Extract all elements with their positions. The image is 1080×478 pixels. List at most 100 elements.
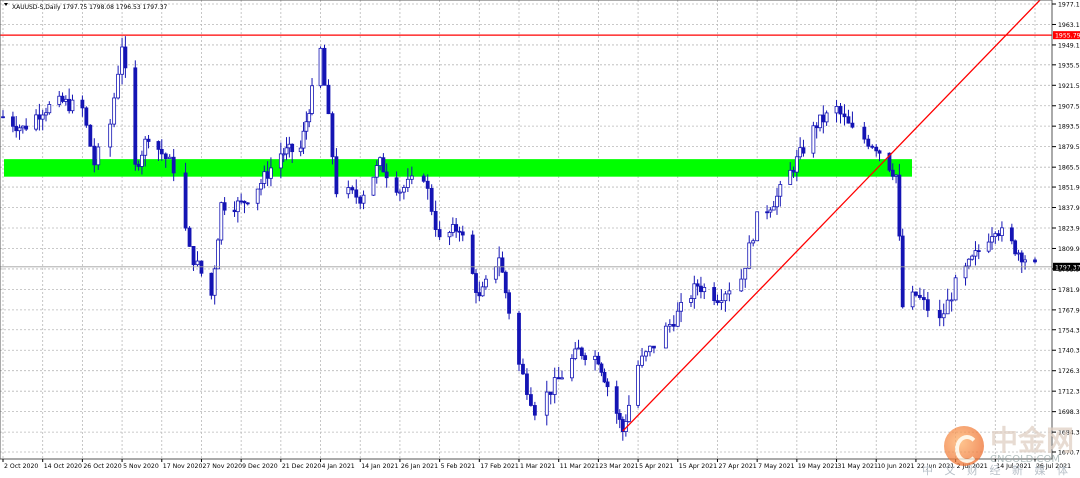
- candle-down: [11, 116, 15, 127]
- candle-down: [421, 175, 426, 182]
- candle-down: [870, 145, 875, 148]
- candle-up: [371, 176, 376, 196]
- y-tick-label: 1977.10: [1058, 2, 1080, 9]
- candle-up: [301, 130, 306, 149]
- candle-down: [245, 202, 250, 205]
- candle-down: [171, 156, 176, 174]
- x-tick-label: 23 Mar 2021: [599, 463, 638, 470]
- candle-up: [96, 146, 101, 166]
- candle-down: [457, 230, 462, 233]
- candle-up: [570, 358, 574, 379]
- candle-down: [123, 46, 128, 69]
- x-tick-label: 19 May 2021: [798, 463, 838, 470]
- candle-up: [47, 104, 52, 114]
- candle-up: [953, 277, 958, 301]
- candle-up: [648, 345, 652, 353]
- candle-up: [40, 114, 45, 120]
- candle-down: [500, 257, 505, 273]
- candle-down: [146, 138, 151, 142]
- candle-up: [212, 268, 217, 296]
- candle-up: [405, 178, 410, 188]
- candle-down: [222, 202, 227, 211]
- candle-up: [679, 302, 683, 312]
- candle-down: [517, 312, 521, 365]
- candle-up: [818, 114, 822, 129]
- candle-down: [163, 153, 168, 160]
- candle-down: [60, 95, 65, 102]
- chart-window: 1955.791797.37 1977.101963.101949.101935…: [0, 0, 1080, 477]
- candle-down: [596, 355, 601, 365]
- candle-up: [70, 99, 75, 112]
- candle-down: [429, 187, 434, 212]
- candle-up: [1016, 252, 1021, 255]
- candle-up: [788, 169, 793, 185]
- candle-up: [310, 85, 314, 114]
- candle-up: [941, 313, 946, 319]
- candle-up: [794, 156, 799, 173]
- candle-up: [644, 351, 648, 357]
- candle-down: [474, 273, 478, 293]
- candle-down: [579, 347, 584, 357]
- candle-down: [605, 381, 610, 388]
- candle-down: [671, 323, 676, 327]
- candle-down: [821, 114, 826, 123]
- candle-down: [996, 233, 1001, 237]
- y-tick-label: 1698.30: [1058, 409, 1080, 416]
- candle-up: [216, 239, 220, 270]
- candle-up: [811, 125, 816, 154]
- candle-up: [219, 202, 224, 241]
- candle-up: [573, 348, 578, 359]
- candle-down: [133, 67, 138, 165]
- candle-down: [712, 287, 717, 301]
- x-tick-label: 5 Apr 2021: [639, 463, 673, 470]
- y-tick-label: 1712.30: [1058, 389, 1080, 396]
- candle-down: [521, 363, 525, 375]
- candle-down: [602, 371, 607, 383]
- candle-up: [910, 291, 915, 308]
- candle-down: [914, 291, 918, 296]
- x-tick-label: 11 Mar 2021: [560, 463, 599, 470]
- y-tick-label: 1851.90: [1058, 185, 1080, 192]
- y-tick-label: 1879.55: [1058, 144, 1080, 151]
- price-chart[interactable]: 1955.791797.37 1977.101963.101949.101935…: [0, 0, 1080, 474]
- candle-up: [778, 184, 783, 197]
- candle-down: [454, 224, 459, 232]
- candle-up: [727, 290, 732, 295]
- candle-up: [667, 323, 672, 327]
- candle-down: [850, 122, 855, 128]
- candle-down: [862, 126, 867, 140]
- candle-up: [112, 97, 117, 125]
- x-tick-label: 15 Apr 2021: [679, 463, 717, 470]
- candle-down: [525, 373, 529, 395]
- candle-up: [751, 240, 756, 244]
- x-tick-label: 14 Oct 2020: [44, 463, 82, 470]
- candle-down: [838, 106, 843, 115]
- x-tick-label: 26 Oct 2020: [83, 463, 121, 470]
- y-tick-label: 1837.90: [1058, 205, 1080, 212]
- candle-up: [307, 113, 312, 123]
- watermark: 中金网 CNGOLD.COM: [943, 426, 1074, 466]
- candle-up: [798, 147, 803, 158]
- candle-up: [195, 260, 200, 266]
- y-tick-label: 1754.30: [1058, 327, 1080, 334]
- x-tick-label: 7 May 2021: [758, 463, 794, 470]
- candle-down: [159, 148, 164, 155]
- candle-up: [63, 98, 68, 102]
- candle-up: [34, 114, 38, 130]
- candle-down: [614, 386, 619, 414]
- collapse-icon[interactable]: [4, 3, 8, 6]
- candle-down: [695, 283, 700, 287]
- candle-down: [326, 84, 331, 115]
- watermark-slogan: 中 文 财 经 新 媒 体: [922, 464, 1072, 477]
- candle-down: [617, 412, 622, 420]
- x-tick-label: 27 Nov 2020: [202, 463, 242, 470]
- x-tick-label: 5 Feb 2021: [441, 463, 476, 470]
- candle-up: [480, 286, 485, 297]
- x-tick-label: 26 Jan 2021: [401, 463, 438, 470]
- resistance-price-label: 1955.79: [1055, 33, 1080, 40]
- candle-down: [24, 125, 29, 130]
- candle-up: [278, 153, 283, 169]
- y-tick-label: 1949.10: [1058, 42, 1080, 49]
- candle-up: [993, 233, 998, 238]
- x-tick-label: 2 Oct 2020: [4, 463, 38, 470]
